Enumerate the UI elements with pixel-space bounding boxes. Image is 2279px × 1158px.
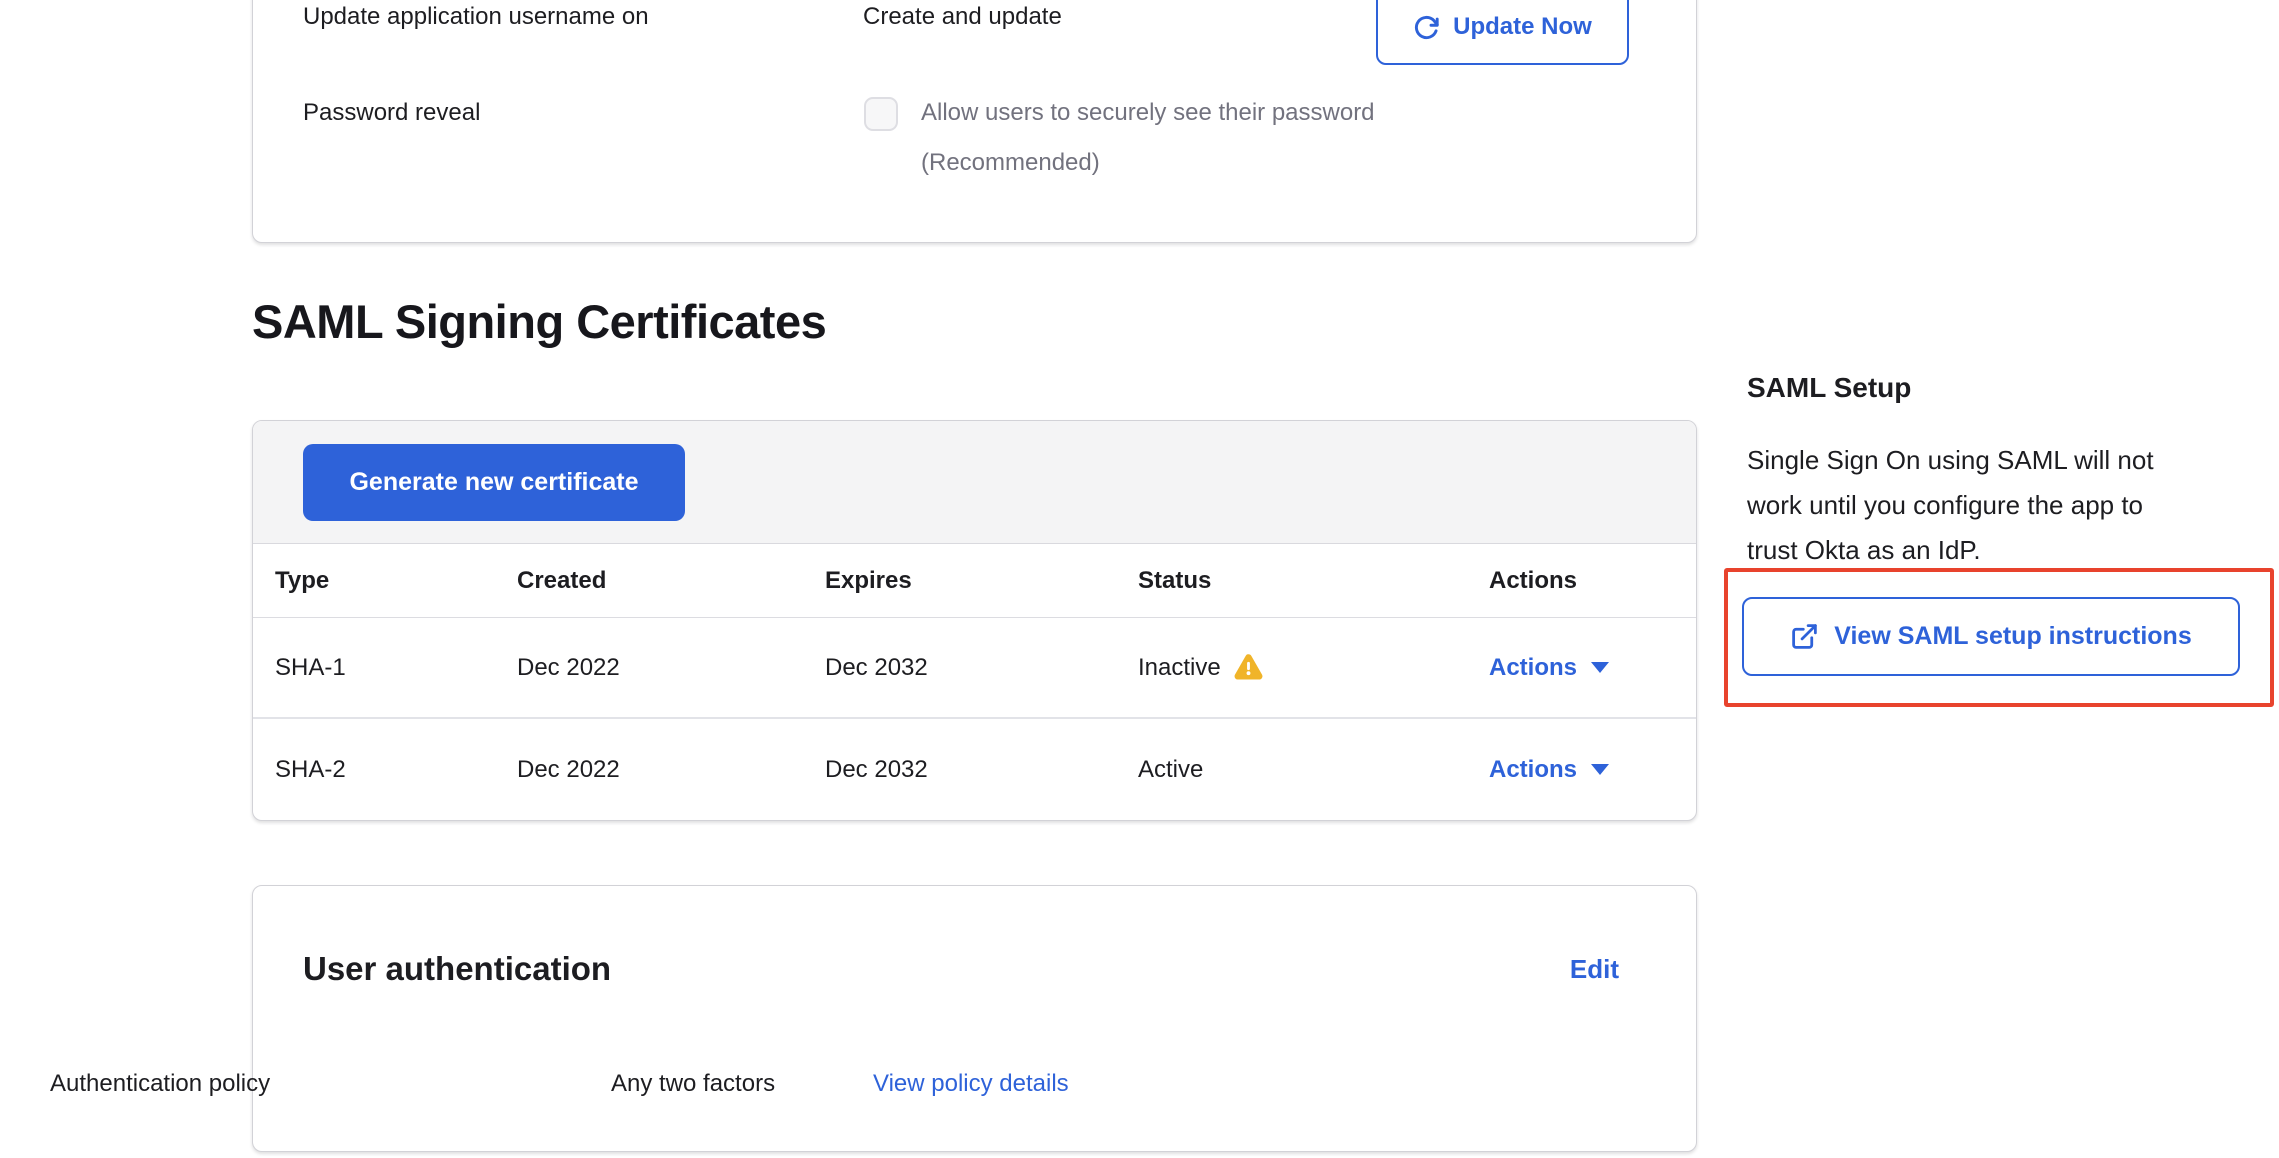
annotation-highlight: View SAML setup instructions <box>1724 568 2274 707</box>
certificates-toolbar: Generate new certificate <box>253 421 1696 544</box>
saml-setup-description-line: Single Sign On using SAML will not <box>1747 438 2154 483</box>
cert-expires: Dec 2032 <box>825 756 1138 784</box>
cert-type: SHA-1 <box>275 654 517 682</box>
column-header-actions: Actions <box>1489 567 1696 595</box>
saml-certificates-card: Generate new certificate Type Created Ex… <box>252 420 1697 821</box>
saml-setup-heading: SAML Setup <box>1747 372 1911 404</box>
user-authentication-card: User authentication Edit <box>252 885 1697 1152</box>
table-row: SHA-1 Dec 2022 Dec 2032 Inactive Actions <box>253 618 1696 719</box>
table-row: SHA-2 Dec 2022 Dec 2032 Active Actions <box>253 719 1696 820</box>
password-reveal-recommended-text: (Recommended) <box>921 149 1100 177</box>
actions-label: Actions <box>1489 654 1577 682</box>
password-reveal-label: Password reveal <box>303 99 480 127</box>
chevron-down-icon <box>1591 764 1609 775</box>
password-reveal-checkbox-text: Allow users to securely see their passwo… <box>921 99 1375 127</box>
user-authentication-title: User authentication <box>303 950 611 988</box>
view-saml-setup-instructions-label: View SAML setup instructions <box>1834 622 2191 651</box>
username-update-value: Create and update <box>863 3 1062 31</box>
certificates-table-header: Type Created Expires Status Actions <box>253 544 1696 618</box>
view-policy-details-link[interactable]: View policy details <box>873 1070 1069 1098</box>
column-header-status: Status <box>1138 567 1489 595</box>
actions-dropdown-button[interactable]: Actions <box>1489 654 1696 682</box>
cert-created: Dec 2022 <box>517 756 825 784</box>
username-update-label: Update application username on <box>303 3 649 31</box>
saml-setup-description: Single Sign On using SAML will not work … <box>1747 438 2154 573</box>
authentication-policy-value: Any two factors <box>611 1070 775 1098</box>
column-header-created: Created <box>517 567 825 595</box>
view-saml-setup-instructions-button[interactable]: View SAML setup instructions <box>1742 597 2240 676</box>
generate-certificate-button[interactable]: Generate new certificate <box>303 444 685 521</box>
page-title: SAML Signing Certificates <box>252 294 826 349</box>
saml-setup-description-line: trust Okta as an IdP. <box>1747 528 2154 573</box>
page: Update application username on Create an… <box>0 0 2279 1158</box>
status-badge: Active <box>1138 756 1203 784</box>
external-link-icon <box>1790 622 1819 651</box>
authentication-policy-label: Authentication policy <box>50 1070 270 1098</box>
actions-label: Actions <box>1489 756 1577 784</box>
column-header-type: Type <box>275 567 517 595</box>
status-badge: Inactive <box>1138 654 1221 682</box>
chevron-down-icon <box>1591 662 1609 673</box>
update-now-label: Update Now <box>1453 13 1592 41</box>
cert-created: Dec 2022 <box>517 654 825 682</box>
refresh-icon <box>1413 14 1440 41</box>
actions-dropdown-button[interactable]: Actions <box>1489 756 1696 784</box>
app-settings-card: Update application username on Create an… <box>252 0 1697 243</box>
warning-icon <box>1233 652 1264 683</box>
cert-type: SHA-2 <box>275 756 517 784</box>
column-header-expires: Expires <box>825 567 1138 595</box>
cert-expires: Dec 2032 <box>825 654 1138 682</box>
password-reveal-checkbox[interactable] <box>864 97 898 131</box>
saml-setup-description-line: work until you configure the app to <box>1747 483 2154 528</box>
edit-link[interactable]: Edit <box>1570 954 1619 985</box>
update-now-button[interactable]: Update Now <box>1376 0 1629 65</box>
